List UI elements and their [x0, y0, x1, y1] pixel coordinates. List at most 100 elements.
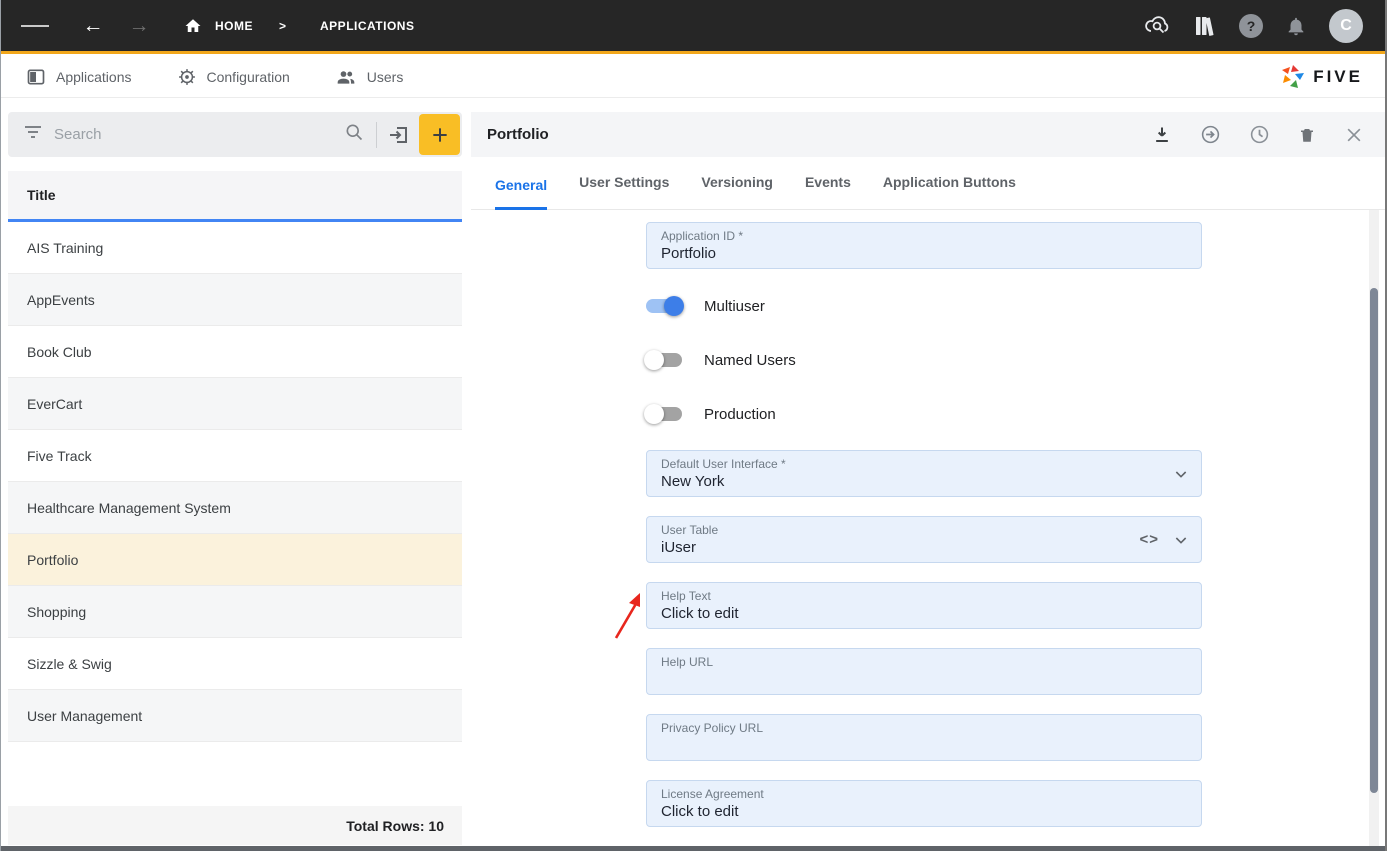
field-default-user-interface[interactable]: Default User Interface * New York: [646, 450, 1202, 497]
history-clock-icon[interactable]: [1249, 124, 1270, 145]
toggle-knob: [644, 350, 664, 370]
tab-user-settings[interactable]: User Settings: [579, 174, 669, 210]
table-row[interactable]: Sizzle & Swig: [8, 638, 462, 690]
breadcrumb-current[interactable]: APPLICATIONS: [320, 19, 414, 33]
field-label: License Agreement: [661, 787, 1187, 801]
module-menu-bar: Applications Configuration Users: [1, 57, 1385, 98]
field-label: Application ID *: [661, 229, 1187, 243]
toggle-knob: [644, 404, 664, 424]
table-row-selected[interactable]: Portfolio: [8, 534, 462, 586]
table-row[interactable]: Shopping: [8, 586, 462, 638]
field-help-url[interactable]: Help URL: [646, 648, 1202, 695]
field-label: Default User Interface *: [661, 457, 1187, 471]
table-row[interactable]: AIS Training: [8, 222, 462, 274]
add-application-button[interactable]: [419, 114, 460, 155]
table-row[interactable]: AppEvents: [8, 274, 462, 326]
toggle-named-users[interactable]: Named Users: [646, 346, 796, 374]
field-value: Click to edit: [661, 802, 1187, 822]
menu-item-label: Configuration: [207, 69, 290, 85]
window-bottom-border: [1, 846, 1385, 851]
menu-item-configuration[interactable]: Configuration: [177, 67, 290, 87]
detail-tabs: General User Settings Versioning Events …: [471, 157, 1387, 210]
menu-item-applications[interactable]: Applications: [26, 67, 132, 87]
menu-item-users[interactable]: Users: [335, 67, 404, 87]
applications-table: Title AIS Training AppEvents Book Club E…: [8, 171, 462, 742]
table-footer-total-rows: Total Rows: 10: [8, 806, 462, 845]
toggle-label: Named Users: [704, 352, 796, 369]
menu-item-label: Users: [367, 69, 404, 85]
table-row[interactable]: Book Club: [8, 326, 462, 378]
table-row[interactable]: EverCart: [8, 378, 462, 430]
download-icon[interactable]: [1152, 125, 1172, 145]
field-value: iUser: [661, 538, 1187, 558]
notifications-bell-icon[interactable]: [1285, 15, 1307, 37]
tab-application-buttons[interactable]: Application Buttons: [883, 174, 1016, 210]
field-label: Help Text: [661, 589, 1187, 603]
breadcrumb-chevron-icon: >: [279, 19, 286, 33]
topbar-right: ? C: [1145, 9, 1385, 43]
filter-icon[interactable]: [24, 125, 42, 144]
code-brackets-icon[interactable]: <>: [1139, 531, 1159, 548]
gear-wrench-icon: [177, 67, 197, 87]
search-icon[interactable]: [344, 122, 364, 147]
table-row[interactable]: Five Track: [8, 430, 462, 482]
toggle-knob: [664, 296, 684, 316]
cloud-inspect-icon[interactable]: [1145, 15, 1171, 37]
detail-title: Portfolio: [487, 126, 549, 143]
top-navigation-bar: ← → HOME > APPLICATIONS: [1, 0, 1385, 54]
field-value: [661, 670, 1187, 690]
field-help-text[interactable]: Help Text Click to edit: [646, 582, 1202, 629]
menu-hamburger-icon[interactable]: [21, 12, 49, 40]
tab-versioning[interactable]: Versioning: [701, 174, 773, 210]
topbar-left: ← → HOME > APPLICATIONS: [1, 12, 414, 40]
toggle-switch-on[interactable]: [646, 299, 682, 313]
five-app-window: ← → HOME > APPLICATIONS: [0, 0, 1387, 851]
chevron-down-icon[interactable]: [1173, 466, 1189, 482]
field-label: Help URL: [661, 655, 1187, 669]
toggle-label: Multiuser: [704, 298, 765, 315]
user-avatar[interactable]: C: [1329, 9, 1363, 43]
detail-panel-header: Portfolio: [471, 112, 1387, 157]
field-value: Portfolio: [661, 244, 1187, 264]
people-icon: [335, 67, 357, 87]
field-value: New York: [661, 472, 1187, 492]
detail-scrollbar-track[interactable]: [1369, 210, 1379, 851]
field-value: Click to edit: [661, 604, 1187, 624]
delete-trash-icon[interactable]: [1298, 125, 1316, 145]
help-icon[interactable]: ?: [1239, 14, 1263, 38]
field-user-table[interactable]: User Table iUser <>: [646, 516, 1202, 563]
tab-general[interactable]: General: [495, 177, 547, 210]
detail-scrollbar-thumb[interactable]: [1370, 288, 1378, 793]
close-icon[interactable]: [1344, 125, 1364, 145]
field-value: [661, 736, 1187, 756]
toggle-production[interactable]: Production: [646, 400, 776, 428]
toggle-multiuser[interactable]: Multiuser: [646, 292, 765, 320]
forward-arrow-icon[interactable]: →: [125, 12, 153, 40]
toggle-switch-off[interactable]: [646, 353, 682, 367]
back-arrow-icon[interactable]: ←: [79, 12, 107, 40]
applications-panel-icon: [26, 67, 46, 87]
toggle-switch-off[interactable]: [646, 407, 682, 421]
menu-item-label: Applications: [56, 69, 132, 85]
field-application-id[interactable]: Application ID * Portfolio: [646, 222, 1202, 269]
search-divider: [376, 122, 377, 148]
table-row[interactable]: Healthcare Management System: [8, 482, 462, 534]
table-row[interactable]: User Management: [8, 690, 462, 742]
field-privacy-policy-url[interactable]: Privacy Policy URL: [646, 714, 1202, 761]
five-logo: FIVE: [1280, 63, 1363, 91]
chevron-down-icon[interactable]: [1173, 532, 1189, 548]
five-logo-text: FIVE: [1313, 67, 1363, 87]
tab-events[interactable]: Events: [805, 174, 851, 210]
run-app-icon[interactable]: [1200, 124, 1221, 145]
search-bar: [8, 112, 462, 157]
field-license-agreement[interactable]: License Agreement Click to edit: [646, 780, 1202, 827]
import-app-icon[interactable]: [387, 123, 411, 147]
table-header-title[interactable]: Title: [8, 171, 462, 222]
home-icon[interactable]: [179, 12, 207, 40]
search-input[interactable]: [54, 126, 344, 143]
library-books-icon[interactable]: [1193, 14, 1217, 38]
breadcrumb-home[interactable]: HOME: [215, 19, 253, 33]
field-label: Privacy Policy URL: [661, 721, 1187, 735]
red-annotation-arrow: [607, 586, 651, 642]
plus-icon: [430, 125, 450, 145]
